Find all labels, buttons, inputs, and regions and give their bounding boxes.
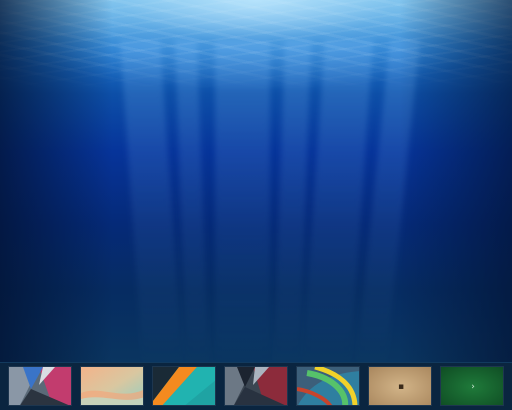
geometric-pink-gray-wallpaper-icon bbox=[9, 367, 71, 405]
wallpaper-thumbnail-4[interactable] bbox=[224, 366, 288, 406]
chevron-right-icon: › bbox=[471, 381, 475, 392]
green-yellow-swirl-wallpaper-icon bbox=[297, 367, 359, 405]
underwater-wallpaper bbox=[0, 0, 512, 362]
orange-teal-diagonal-wallpaper-icon bbox=[153, 367, 215, 405]
wallpaper-thumbnail-6[interactable]: ▪ bbox=[368, 366, 432, 406]
wallpaper-thumbnail-3[interactable] bbox=[152, 366, 216, 406]
tan-paper-mark-icon: ▪ bbox=[397, 381, 405, 392]
pastel-gradient-wallpaper-icon bbox=[81, 367, 143, 405]
desktop: ▪ › bbox=[0, 0, 512, 410]
wallpaper-thumbnail-5[interactable] bbox=[296, 366, 360, 406]
vignette bbox=[0, 0, 512, 362]
wallpaper-thumbnail-7[interactable]: › bbox=[440, 366, 504, 406]
wallpaper-thumbnail-1[interactable] bbox=[8, 366, 72, 406]
wallpaper-thumbnail-2[interactable] bbox=[80, 366, 144, 406]
geometric-dark-crimson-wallpaper-icon bbox=[225, 367, 287, 405]
wallpaper-picker: ▪ › bbox=[0, 362, 512, 410]
